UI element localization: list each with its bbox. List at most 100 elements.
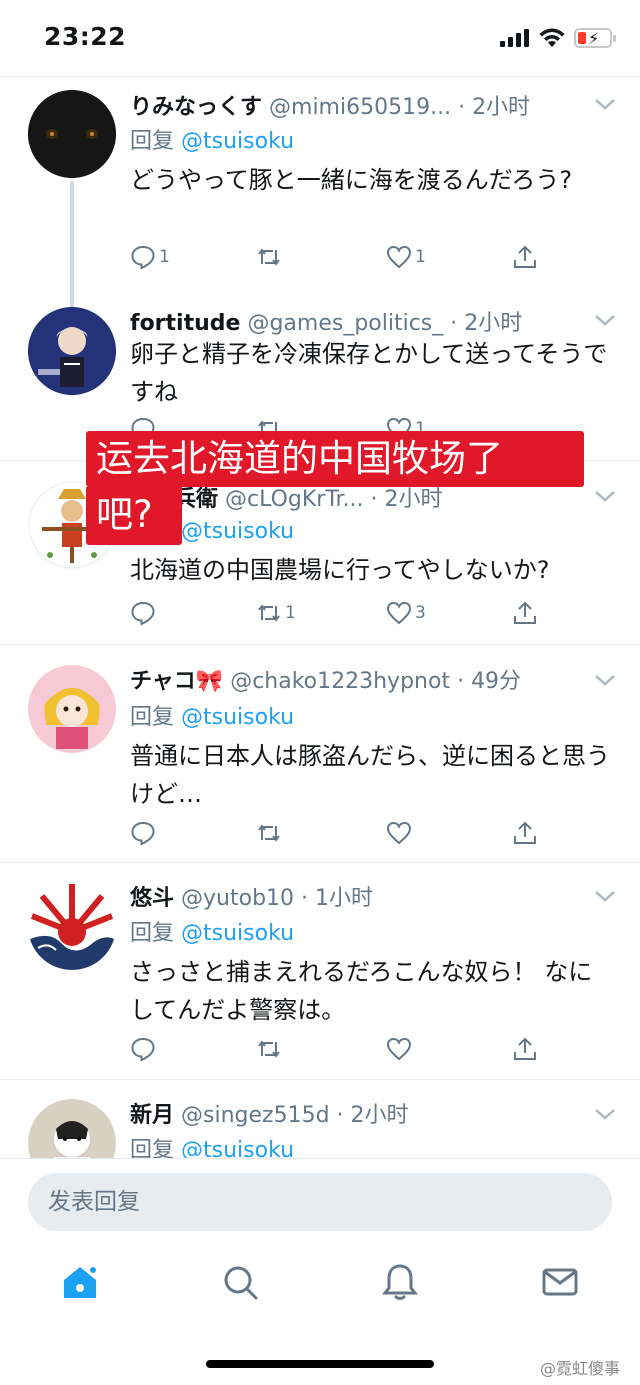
reply-time: · 2小时 bbox=[370, 487, 443, 512]
overlay-caption-line2: 吧? bbox=[96, 493, 153, 536]
reply-icon bbox=[131, 601, 155, 626]
overlay-caption: 运去北海道的中国牧场了 bbox=[86, 431, 584, 487]
retweet-icon bbox=[258, 248, 280, 266]
share-icon bbox=[514, 601, 536, 624]
avatar[interactable] bbox=[28, 882, 116, 970]
mention-link[interactable]: @tsuisoku bbox=[181, 1138, 294, 1158]
replying-to: 回复 @tsuisoku bbox=[130, 1132, 294, 1158]
chevron-down-icon[interactable] bbox=[594, 1107, 616, 1121]
share-button[interactable] bbox=[512, 817, 538, 849]
reply-button[interactable] bbox=[130, 597, 156, 629]
like-button[interactable] bbox=[386, 1033, 412, 1065]
heart-icon bbox=[386, 601, 412, 625]
replies-feed[interactable]: りみなっくす @mimi650519... · 2小时 回复 @tsuisoku… bbox=[0, 76, 640, 1158]
display-name[interactable]: りみなっくす bbox=[130, 95, 262, 120]
replying-to: 回复 @tsuisoku bbox=[130, 915, 294, 947]
search-icon[interactable] bbox=[220, 1262, 260, 1302]
reply-time: · 2小时 bbox=[450, 311, 523, 336]
action-bar: 1 3 bbox=[130, 597, 610, 629]
chevron-down-icon[interactable] bbox=[594, 889, 616, 903]
chevron-down-icon[interactable] bbox=[594, 313, 616, 327]
reply-item[interactable] bbox=[0, 77, 640, 78]
mention-link[interactable]: @tsuisoku bbox=[181, 519, 294, 544]
share-button[interactable] bbox=[512, 241, 538, 273]
chevron-down-icon[interactable] bbox=[594, 489, 616, 503]
avatar[interactable] bbox=[28, 90, 116, 178]
reply-text: 北海道の中国農場に行ってやしないか? bbox=[130, 556, 550, 584]
reply-time: · 2小时 bbox=[458, 95, 531, 120]
reply-text: 卵子と精子を冷凍保存とかして送ってそうですね bbox=[130, 340, 608, 406]
reply-button[interactable]: 1 bbox=[130, 241, 170, 273]
retweet-button[interactable]: 1 bbox=[256, 597, 296, 629]
retweet-icon bbox=[258, 1040, 280, 1058]
retweet-button[interactable] bbox=[256, 817, 282, 849]
wifi-icon bbox=[539, 28, 565, 47]
user-handle[interactable]: @chako1223hypnot bbox=[230, 669, 450, 694]
messages-icon[interactable] bbox=[540, 1262, 580, 1302]
share-button[interactable] bbox=[512, 597, 538, 629]
replying-prefix: 回复 bbox=[130, 705, 175, 730]
overlay-caption-line2-box: 吧? bbox=[86, 487, 182, 545]
reply-icon bbox=[131, 1037, 155, 1062]
replying-prefix: 回复 bbox=[130, 129, 175, 154]
display-name[interactable]: fortitude bbox=[130, 311, 240, 336]
reply-header: りみなっくす @mimi650519... · 2小时 bbox=[130, 89, 530, 121]
replying-to: 回复 @tsuisoku bbox=[130, 699, 294, 731]
reply-time: · 49分 bbox=[457, 669, 522, 694]
share-button[interactable] bbox=[512, 1033, 538, 1065]
replying-prefix: 回复 bbox=[130, 1138, 175, 1158]
user-handle[interactable]: @games_politics_ bbox=[247, 311, 443, 336]
replying-prefix: 回复 bbox=[130, 921, 175, 946]
retweet-button[interactable] bbox=[256, 1033, 282, 1065]
user-handle[interactable]: @singez515d bbox=[181, 1103, 330, 1128]
share-icon bbox=[514, 1037, 536, 1060]
reply-header: 新月 @singez515d · 2小时 bbox=[130, 1097, 409, 1129]
display-name[interactable]: 新月 bbox=[130, 1103, 174, 1128]
reply-input[interactable]: 发表回复 bbox=[28, 1173, 612, 1231]
retweet-button[interactable] bbox=[256, 241, 285, 273]
like-button[interactable] bbox=[386, 817, 412, 849]
reply-header: チャコ🎀 @chako1223hypnot · 49分 bbox=[130, 663, 521, 695]
replying-to: 回复 @tsuisoku bbox=[130, 123, 294, 155]
avatar[interactable] bbox=[28, 1099, 116, 1158]
avatar[interactable] bbox=[28, 665, 116, 753]
display-name[interactable]: チャコ🎀 bbox=[130, 669, 223, 694]
like-count: 3 bbox=[415, 603, 426, 623]
user-handle[interactable]: @mimi650519... bbox=[269, 95, 451, 120]
reply-text: さっさと捕まえれるだろこんな奴ら！ なにしてんだよ警察は。 bbox=[130, 958, 593, 1024]
chevron-down-icon[interactable] bbox=[594, 97, 616, 111]
like-button[interactable]: 3 bbox=[386, 597, 426, 629]
reply-icon bbox=[131, 245, 155, 270]
user-handle[interactable]: @yutob10 bbox=[181, 886, 294, 911]
status-time: 23:22 bbox=[44, 22, 127, 51]
chevron-down-icon[interactable] bbox=[594, 673, 616, 687]
reply-button[interactable] bbox=[130, 817, 156, 849]
user-handle[interactable]: @cLOgKrTr... bbox=[225, 487, 364, 512]
watermark: @霓虹傻事 bbox=[540, 1359, 621, 1378]
reply-button[interactable] bbox=[130, 1033, 156, 1065]
action-bar: 1 1 bbox=[130, 241, 610, 273]
action-bar bbox=[130, 817, 610, 849]
battery-icon: ⚡ bbox=[574, 28, 616, 48]
reply-text: 普通に日本人は豚盗んだら、逆に困ると思うけど… bbox=[130, 742, 610, 808]
reply-icon bbox=[131, 821, 155, 846]
like-count: 1 bbox=[415, 247, 426, 267]
display-name[interactable]: 悠斗 bbox=[130, 886, 174, 911]
compose-bar: 发表回复 bbox=[0, 1158, 640, 1244]
cellular-signal-icon bbox=[500, 29, 530, 47]
home-icon[interactable] bbox=[60, 1262, 100, 1302]
home-indicator[interactable] bbox=[206, 1360, 434, 1368]
reply-time: · 1小时 bbox=[301, 886, 374, 911]
share-icon bbox=[514, 245, 536, 268]
reply-text: どうやって豚と一緒に海を渡るんだろう? bbox=[130, 166, 573, 194]
mention-link[interactable]: @tsuisoku bbox=[181, 921, 294, 946]
notifications-icon[interactable] bbox=[380, 1262, 420, 1302]
heart-icon bbox=[386, 1037, 412, 1061]
avatar[interactable] bbox=[28, 307, 116, 395]
like-button[interactable]: 1 bbox=[386, 241, 426, 273]
mention-link[interactable]: @tsuisoku bbox=[181, 705, 294, 730]
mention-link[interactable]: @tsuisoku bbox=[181, 129, 294, 154]
reply-header: 悠斗 @yutob10 · 1小时 bbox=[130, 880, 373, 912]
overlay-caption-line1: 运去北海道的中国牧场了 bbox=[96, 437, 503, 480]
share-icon bbox=[514, 821, 536, 844]
